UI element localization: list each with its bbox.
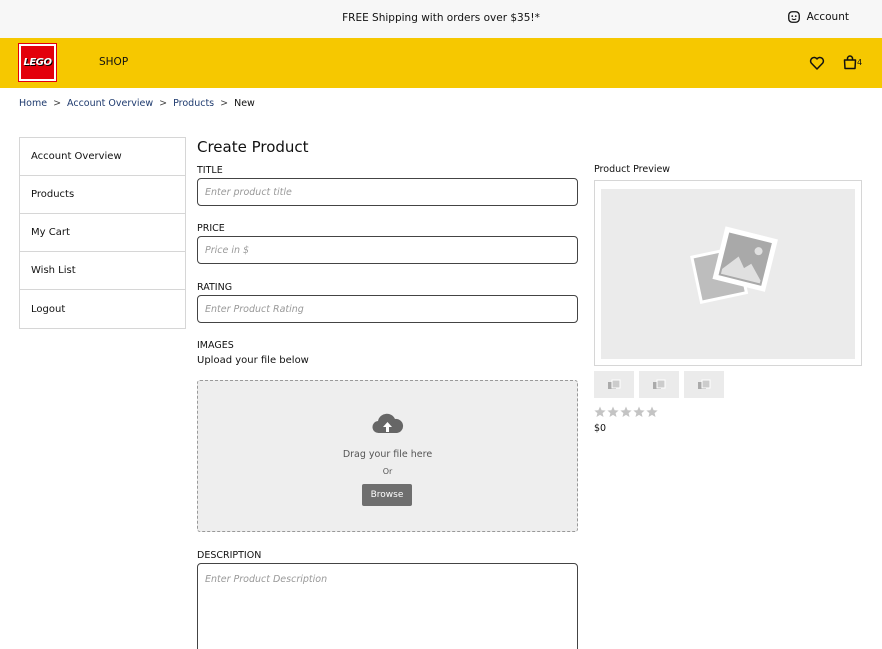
rating-label: RATING xyxy=(197,282,233,293)
sidebar-item-wish-list[interactable]: Wish List xyxy=(20,252,185,290)
account-sidebar: Account Overview Products My Cart Wish L… xyxy=(19,137,186,329)
preview-image-frame xyxy=(594,180,862,366)
rating-input[interactable]: Enter Product Rating xyxy=(197,295,578,323)
price-label: PRICE xyxy=(197,223,225,234)
preview-label: Product Preview xyxy=(594,164,671,175)
sidebar-item-logout[interactable]: Logout xyxy=(20,290,185,328)
page-title: Create Product xyxy=(197,138,309,156)
file-dropzone[interactable]: Drag your file here Or Browse xyxy=(197,380,578,532)
preview-thumbnails xyxy=(594,371,724,398)
image-placeholder-icon xyxy=(698,379,711,389)
account-link[interactable]: Account xyxy=(787,10,849,24)
image-placeholder-icon xyxy=(690,226,778,304)
heart-icon[interactable] xyxy=(809,55,825,71)
breadcrumb-account-overview[interactable]: Account Overview xyxy=(67,98,153,109)
title-label: TITLE xyxy=(197,165,223,176)
account-icon xyxy=(787,11,800,23)
nav-shop[interactable]: SHOP xyxy=(99,56,128,68)
sidebar-item-account-overview[interactable]: Account Overview xyxy=(20,138,185,176)
thumbnail[interactable] xyxy=(684,371,724,398)
breadcrumb-separator: > xyxy=(159,98,168,109)
image-placeholder-icon xyxy=(653,379,666,389)
main-header: LEGO SHOP 4 xyxy=(0,38,882,88)
sidebar-item-products[interactable]: Products xyxy=(20,176,185,214)
browse-button[interactable]: Browse xyxy=(362,484,412,506)
bag-icon[interactable] xyxy=(842,54,858,70)
star-icon xyxy=(646,406,658,417)
promo-bar: FREE Shipping with orders over $35!* Acc… xyxy=(0,0,882,38)
breadcrumb-current: New xyxy=(234,98,255,109)
breadcrumb-products[interactable]: Products xyxy=(173,98,214,109)
account-label: Account xyxy=(806,11,849,23)
title-input[interactable]: Enter product title xyxy=(197,178,578,206)
lego-logo[interactable]: LEGO xyxy=(18,43,57,82)
price-input[interactable]: Price in $ xyxy=(197,236,578,264)
dropzone-or: Or xyxy=(382,467,393,476)
promo-text: FREE Shipping with orders over $35!* xyxy=(342,12,540,24)
preview-image xyxy=(601,189,855,359)
dropzone-text: Drag your file here xyxy=(342,449,433,460)
breadcrumb: Home > Account Overview > Products > New xyxy=(19,98,255,109)
breadcrumb-separator: > xyxy=(220,98,229,109)
breadcrumb-home[interactable]: Home xyxy=(19,98,47,109)
images-hint: Upload your file below xyxy=(197,355,309,366)
star-icon xyxy=(607,406,619,417)
cloud-upload-icon xyxy=(372,413,404,434)
sidebar-item-my-cart[interactable]: My Cart xyxy=(20,214,185,252)
preview-price: $0 xyxy=(594,423,607,434)
star-icon xyxy=(620,406,632,417)
breadcrumb-separator: > xyxy=(53,98,62,109)
thumbnail[interactable] xyxy=(594,371,634,398)
thumbnail[interactable] xyxy=(639,371,679,398)
images-label: IMAGES xyxy=(197,340,234,351)
bag-count: 4 xyxy=(857,58,863,67)
star-icon xyxy=(633,406,645,417)
image-placeholder-icon xyxy=(608,379,621,389)
description-label: DESCRIPTION xyxy=(197,550,262,561)
star-icon xyxy=(594,406,606,417)
rating-stars xyxy=(594,406,658,418)
description-textarea[interactable]: Enter Product Description xyxy=(197,563,578,649)
